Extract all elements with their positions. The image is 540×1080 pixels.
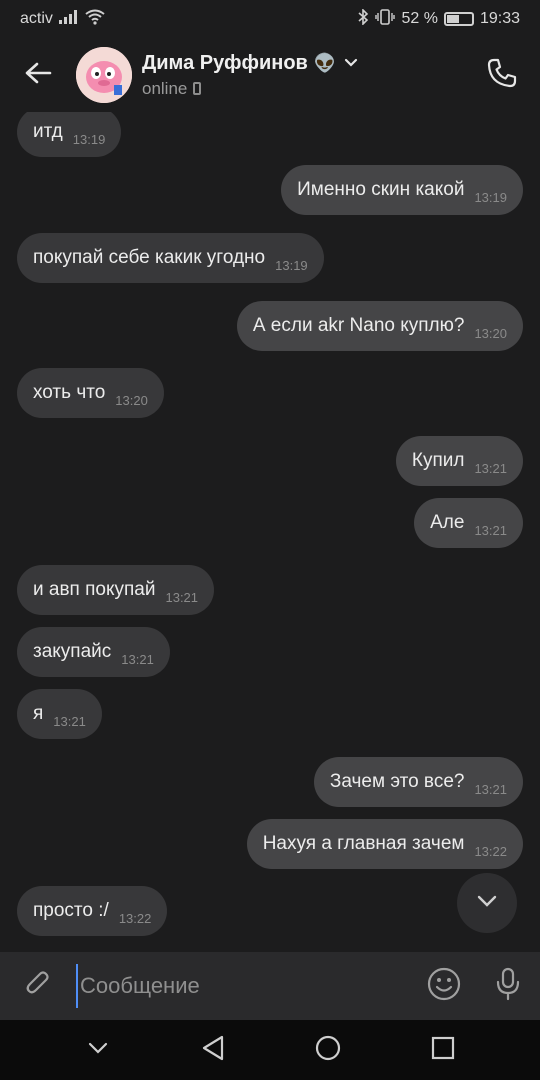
phone-call-icon (486, 57, 518, 94)
voice-message-button[interactable] (476, 967, 540, 1006)
attach-button[interactable] (0, 969, 76, 1004)
clock: 19:33 (479, 10, 520, 27)
vibrate-icon (375, 9, 396, 29)
call-button[interactable] (464, 38, 540, 112)
message-time: 13:19 (474, 189, 507, 205)
back-button[interactable] (0, 38, 76, 112)
message-text: покупай себе какик угодно (33, 247, 266, 268)
back-arrow-icon (24, 61, 52, 90)
bluetooth-icon (357, 8, 369, 29)
contact-name: Дима Руффинов (142, 51, 308, 74)
incoming-message[interactable]: просто :/ 13:22 (17, 886, 168, 936)
message-time: 13:22 (474, 843, 507, 859)
message-text: А если akr Nano куплю? (252, 315, 465, 336)
message-time: 13:22 (118, 910, 152, 926)
emoji-icon (427, 967, 461, 1006)
nav-back-button[interactable] (188, 1025, 238, 1075)
message-text: и авп покупай (33, 579, 156, 600)
message-time: 13:19 (275, 257, 308, 273)
message-text: хоть что (33, 382, 106, 403)
nav-home-icon (314, 1034, 342, 1067)
nav-home-button[interactable] (303, 1025, 353, 1075)
chevron-down-icon[interactable] (342, 54, 360, 72)
microphone-icon (494, 967, 522, 1006)
alien-emoji: 👽 (313, 52, 337, 73)
message-text: Нахуя а главная зачем (262, 833, 465, 854)
incoming-message[interactable]: закупайс 13:21 (17, 627, 170, 677)
wifi-icon (85, 9, 105, 29)
message-text: Купил (411, 450, 465, 471)
system-nav-bar (0, 1020, 540, 1080)
battery-icon (443, 12, 474, 26)
message-time: 13:21 (53, 713, 86, 729)
battery-level-fill (446, 15, 459, 23)
message-text: закупайс (33, 641, 112, 662)
message-text: просто :/ (33, 900, 109, 921)
message-text: итд (33, 121, 63, 142)
nav-recents-button[interactable] (418, 1025, 468, 1075)
message-composer: Сообщение (0, 952, 540, 1020)
message-time: 13:20 (474, 325, 507, 341)
outgoing-message[interactable]: Але 13:21 (414, 498, 523, 548)
message-time: 13:21 (121, 651, 154, 667)
chat-title[interactable]: Дима Руффинов 👽 online (142, 52, 464, 99)
paperclip-icon (23, 969, 53, 1004)
nav-back-icon (201, 1035, 225, 1066)
message-text: я (33, 703, 44, 724)
emoji-button[interactable] (412, 967, 476, 1006)
outgoing-message[interactable]: А если akr Nano куплю? 13:20 (236, 301, 523, 351)
avatar[interactable] (76, 47, 132, 103)
incoming-message[interactable]: итд 13:19 (17, 112, 122, 157)
signal-icon (58, 10, 79, 28)
incoming-message[interactable]: покупай себе какик угодно 13:19 (17, 233, 324, 283)
message-input[interactable]: Сообщение (76, 964, 412, 1008)
message-time: 13:21 (165, 589, 199, 605)
message-time: 13:20 (115, 392, 148, 408)
nav-hide-button[interactable] (73, 1025, 123, 1075)
scroll-down-icon (476, 894, 498, 913)
chat-header: Дима Руффинов 👽 online (0, 38, 540, 112)
outgoing-message[interactable]: Нахуя а главная зачем 13:22 (246, 819, 523, 869)
outgoing-message[interactable]: Именно скин какой 13:19 (281, 165, 523, 215)
message-text: Але (430, 512, 465, 533)
message-text: Именно скин какой (297, 179, 465, 200)
message-time: 13:21 (474, 522, 507, 538)
message-time: 13:19 (72, 131, 106, 147)
message-time: 13:21 (474, 781, 507, 797)
outgoing-message[interactable]: Купил 13:21 (395, 436, 523, 486)
incoming-message[interactable]: и авп покупай 13:21 (17, 565, 215, 615)
nav-hide-icon (87, 1041, 109, 1060)
message-text: Зачем это все? (329, 771, 465, 792)
incoming-message[interactable]: хоть что 13:20 (17, 368, 164, 418)
nav-recents-icon (431, 1036, 455, 1065)
scroll-down-button[interactable] (457, 873, 517, 933)
battery-percent: 52 % (401, 10, 438, 27)
message-time: 13:21 (474, 460, 507, 476)
carrier-name: activ (20, 10, 53, 27)
online-status: online (142, 78, 188, 98)
incoming-message[interactable]: я 13:21 (17, 689, 102, 739)
status-bar: activ 52 % 19:33 (0, 0, 540, 38)
message-list[interactable]: итд 13:19 Именно скин какой 13:19 покупай се… (0, 112, 540, 952)
outgoing-message[interactable]: Зачем это все? 13:21 (313, 757, 523, 807)
mobile-device-icon (193, 82, 202, 95)
